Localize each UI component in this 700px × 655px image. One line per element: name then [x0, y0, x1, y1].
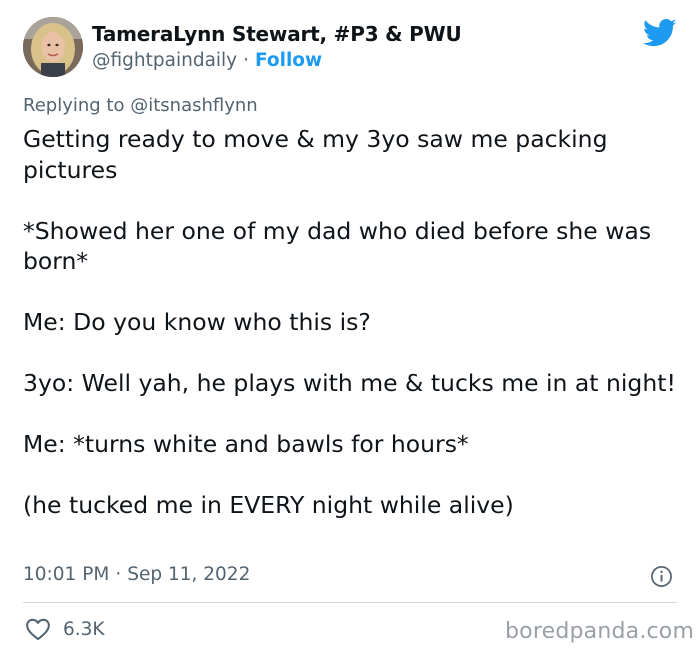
like-button[interactable]: 6.3K [25, 617, 105, 641]
replying-prefix: Replying to [23, 95, 125, 116]
tweet-date: Sep 11, 2022 [127, 564, 251, 585]
author-handle-row: @fightpaindaily · Follow [92, 50, 322, 71]
author-display-name[interactable]: TameraLynn Stewart, #P3 & PWU [92, 22, 462, 46]
watermark: boredpanda.com [505, 619, 695, 644]
like-count: 6.3K [63, 618, 105, 640]
info-icon[interactable] [650, 565, 673, 588]
follow-button[interactable]: Follow [255, 50, 322, 71]
divider [23, 602, 677, 603]
twitter-bird-icon[interactable] [643, 18, 677, 48]
tweet-paragraph: 3yo: Well yah, he plays with me & tucks … [23, 369, 676, 397]
tweet-timestamp[interactable]: 10:01 PM · Sep 11, 2022 [23, 564, 250, 585]
author-handle[interactable]: @fightpaindaily [92, 50, 237, 71]
tweet-paragraph: (he tucked me in EVERY night while alive… [23, 491, 514, 519]
reply-mention-link[interactable]: @itsnashflynn [130, 95, 257, 116]
tweet-paragraph: Getting ready to move & my 3yo saw me pa… [23, 125, 608, 184]
tweet-paragraph: *Showed her one of my dad who died befor… [23, 216, 652, 276]
timestamp-separator: · [115, 564, 122, 585]
avatar[interactable] [23, 17, 83, 77]
tweet-time: 10:01 PM [23, 564, 110, 585]
heart-icon [26, 618, 50, 641]
tweet-text: Getting ready to move & my 3yo saw me pa… [23, 124, 683, 521]
handle-separator: · [243, 50, 250, 71]
tweet-paragraph: Me: Do you know who this is? [23, 308, 371, 336]
tweet-paragraph: Me: *turns white and bawls for hours* [23, 430, 469, 458]
replying-to: Replying to @itsnashflynn [23, 95, 258, 116]
avatar-photo [23, 17, 83, 77]
